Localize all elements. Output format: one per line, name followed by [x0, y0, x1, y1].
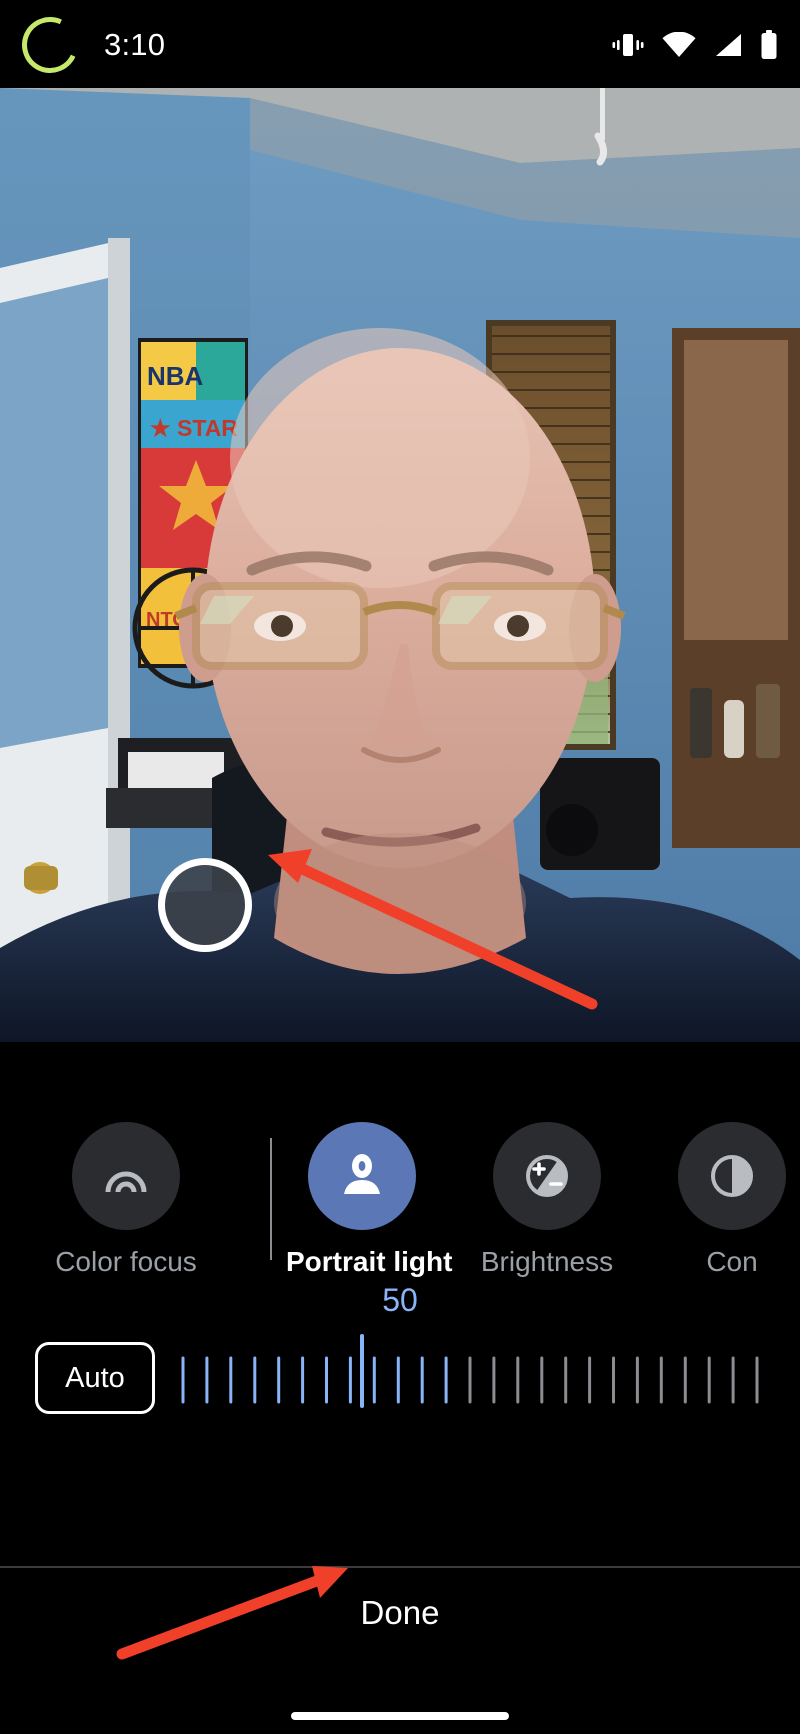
- navigation-pill[interactable]: [291, 1712, 509, 1720]
- tool-item-portrait-light[interactable]: Portrait light: [286, 1100, 453, 1278]
- tool-label: Brightness: [480, 1246, 614, 1277]
- color-focus-icon: [72, 1122, 180, 1230]
- auto-button[interactable]: Auto: [35, 1342, 155, 1414]
- status-bar: 3:10: [0, 0, 800, 88]
- photo-image: NBA ★ STAR NTONIO: [0, 88, 800, 1042]
- slider-value-row: 50: [0, 1282, 800, 1319]
- bottom-divider: [0, 1566, 800, 1568]
- photo-preview[interactable]: NBA ★ STAR NTONIO: [0, 88, 800, 1042]
- contrast-icon: [678, 1122, 786, 1230]
- slider-value: 50: [382, 1282, 418, 1318]
- signal-icon: [716, 34, 741, 56]
- tool-divider: [270, 1138, 272, 1260]
- tool-item-previous[interactable]: [0, 1100, 22, 1230]
- tool-item-color-focus[interactable]: Color focus: [50, 1100, 202, 1278]
- portrait-light-placement-marker[interactable]: [158, 858, 252, 952]
- svg-text:★ STAR: ★ STAR: [150, 415, 238, 441]
- brightness-icon: [493, 1122, 601, 1230]
- tool-label: Con: [706, 1246, 758, 1277]
- wifi-icon: [662, 32, 696, 57]
- phone-screen: 3:10 NBA ★ STAR Color focus Portrait lig…: [0, 0, 800, 1734]
- tool-carousel[interactable]: Color focus Portrait light Brightness Co…: [0, 1100, 800, 1300]
- portrait-light-icon: [308, 1122, 416, 1230]
- camera-recording-ring-icon: [14, 9, 86, 81]
- status-bar-icons: [611, 26, 778, 64]
- vibrate-icon: [612, 34, 644, 56]
- status-bar-clock: 3:10: [104, 27, 166, 62]
- done-button[interactable]: Done: [0, 1594, 800, 1632]
- battery-icon: [761, 30, 777, 59]
- tool-label: Color focus: [55, 1246, 197, 1277]
- slider-ticks[interactable]: [175, 1332, 765, 1428]
- tool-item-contrast[interactable]: Con: [656, 1100, 800, 1278]
- svg-text:NBA: NBA: [147, 361, 204, 391]
- tool-label: Portrait light: [286, 1246, 453, 1277]
- auto-button-label: Auto: [65, 1361, 125, 1394]
- slider-needle[interactable]: [360, 1334, 364, 1408]
- done-button-label: Done: [360, 1594, 440, 1631]
- tool-item-brightness[interactable]: Brightness: [471, 1100, 623, 1278]
- intensity-slider[interactable]: Auto: [0, 1332, 800, 1428]
